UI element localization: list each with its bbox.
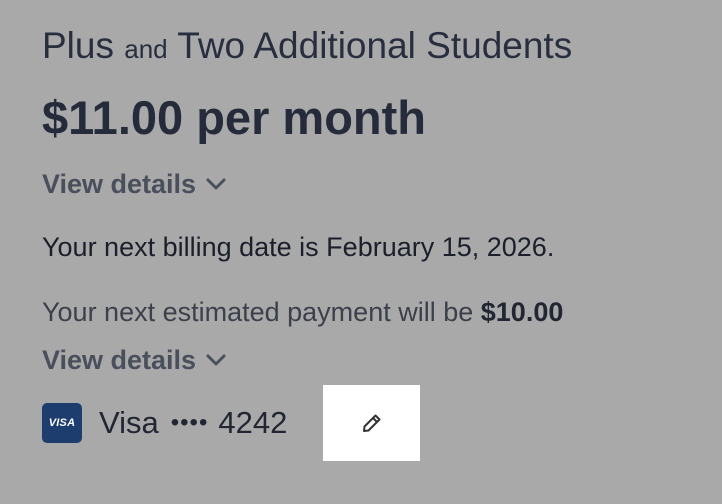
estimated-payment-text: Your next estimated payment will be: [42, 297, 474, 327]
plan-price: $11.00 per month: [42, 91, 426, 144]
view-details-payment-toggle[interactable]: View details: [42, 343, 228, 377]
estimated-payment-amount: $10.00: [480, 297, 564, 327]
next-estimated-payment: Your next estimated payment will be $10.…: [42, 295, 563, 329]
view-details-plan-toggle[interactable]: View details: [42, 167, 228, 201]
plan-title: Plus and Two Additional Students: [42, 24, 572, 71]
visa-card-icon: VISA: [42, 403, 82, 443]
pencil-icon: [360, 411, 384, 435]
card-masked-digits: ••••: [170, 409, 209, 436]
chevron-down-icon: [204, 172, 228, 196]
plan-name-secondary: Two Additional Students: [177, 25, 573, 66]
edit-payment-method-button[interactable]: [323, 385, 420, 461]
next-billing-date: Your next billing date is February 15, 2…: [42, 232, 555, 262]
card-last-four: 4242: [218, 405, 288, 440]
plan-name-primary: Plus: [42, 25, 114, 66]
chevron-down-icon: [204, 348, 228, 372]
plan-name-connector: and: [124, 34, 168, 64]
view-details-label: View details: [42, 345, 197, 375]
payment-method: VISA Visa •••• 4242: [42, 385, 287, 461]
card-brand: Visa: [99, 405, 159, 440]
view-details-label: View details: [42, 169, 197, 199]
